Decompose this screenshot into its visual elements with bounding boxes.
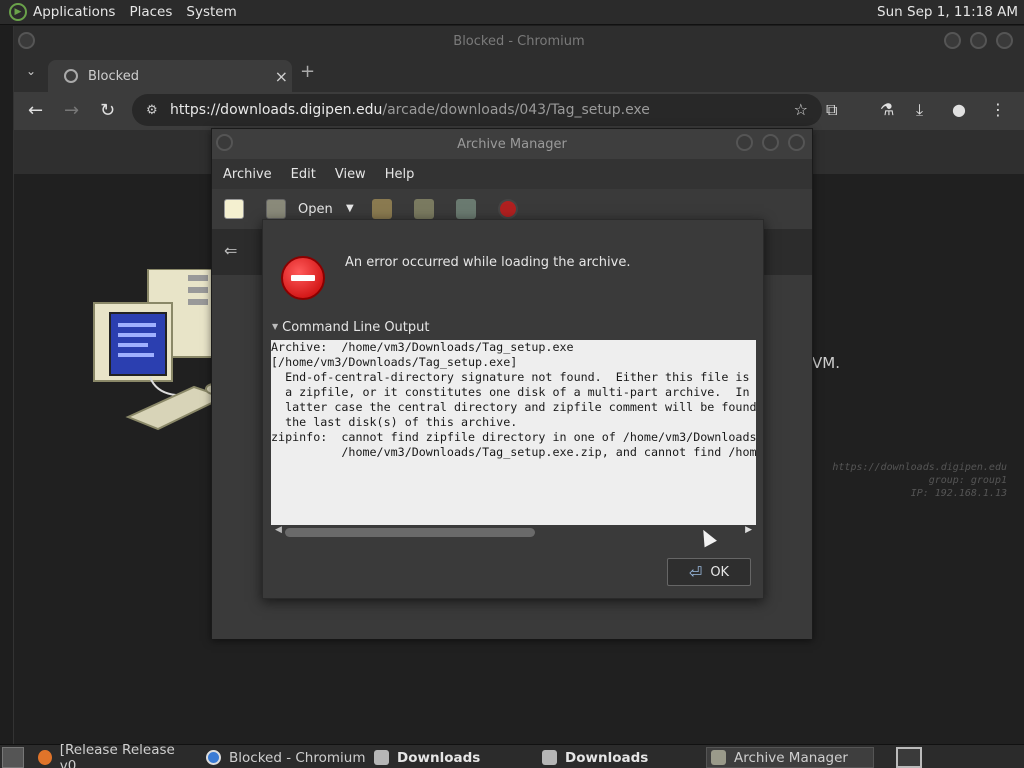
scroll-right-arrow-icon[interactable]: ▶ [745,525,752,535]
scroll-left-arrow-icon[interactable]: ◀ [275,525,282,535]
am-back-arrow-icon[interactable]: ⇐ [224,241,237,260]
open-button[interactable]: Open [298,202,333,217]
show-desktop-icon[interactable] [2,747,24,768]
chromium-icon [206,750,221,765]
am-menubar: Archive Edit View Help [212,159,812,189]
chromium-window-title: Blocked - Chromium [453,33,585,49]
ok-button[interactable]: ⏎ OK [667,558,751,586]
tab-search-chevron-icon[interactable]: ⌄ [26,64,36,78]
forward-arrow-icon[interactable]: → [64,100,79,121]
tab-close-icon[interactable]: × [275,67,288,86]
new-tab-icon[interactable]: + [300,61,315,82]
close-icon[interactable] [996,32,1013,49]
minimize-icon[interactable] [944,32,961,49]
menu-system[interactable]: System [186,4,236,20]
menu-help[interactable]: Help [385,167,415,182]
reload-icon[interactable]: ↻ [100,100,115,121]
taskbar-item-downloads-2[interactable]: Downloads [542,747,702,768]
expander-triangle-icon: ▼ [272,322,279,331]
error-stop-icon [281,256,325,300]
add-files-icon[interactable] [414,199,434,219]
menu-view[interactable]: View [335,167,366,182]
profile-avatar-icon[interactable]: ● [952,100,966,119]
am-window-menu-icon[interactable] [216,134,233,151]
am-close-icon[interactable] [788,134,805,151]
folder-icon [542,750,557,765]
taskbar-item-archive-manager[interactable]: Archive Manager [706,747,874,768]
return-arrow-icon: ⏎ [688,562,703,582]
folder-icon [374,750,389,765]
output-horizontal-scrollbar[interactable]: ◀ ▶ [271,525,756,539]
computer-illustration-icon [93,269,227,431]
menu-applications[interactable]: Applications [33,4,115,20]
error-dialog: An error occurred while loading the arch… [262,219,764,599]
site-info-icon[interactable]: ⚙ [146,103,160,118]
labs-flask-icon[interactable]: ⚗ [880,100,894,119]
command-output-text: Archive: /home/vm3/Downloads/Tag_setup.e… [271,340,756,459]
tab-title: Blocked [88,68,139,84]
browser-toolbar: ← → ↻ ⚙ https://downloads.digipen.edu/ar… [14,92,1024,130]
extensions-puzzle-icon[interactable]: ⧉ [826,100,837,120]
tab-blocked[interactable]: Blocked × [48,60,292,92]
taskbar-item-release[interactable]: [Release Release v0.... [38,742,200,768]
window-menu-icon[interactable] [18,32,35,49]
page-client-info: https://downloads.digipen.edu group: gro… [832,462,1007,499]
taskbar-item-downloads-1[interactable]: Downloads [374,747,534,768]
archive-manager-titlebar: Archive Manager [212,129,812,159]
panel-clock[interactable]: Sun Sep 1, 11:18 AM [877,4,1018,20]
address-bar[interactable]: ⚙ https://downloads.digipen.edu/arcade/d… [132,94,822,126]
scrollbar-thumb[interactable] [285,528,535,537]
command-output-textview[interactable]: Archive: /home/vm3/Downloads/Tag_setup.e… [271,340,756,525]
archive-manager-icon [711,750,726,765]
add-folder-icon[interactable] [456,199,476,219]
command-line-output-expander[interactable]: ▼ Command Line Output [272,320,430,335]
stop-icon[interactable] [498,199,518,219]
back-arrow-icon[interactable]: ← [28,100,43,121]
page-partial-text: VM. [812,354,840,372]
menu-edit[interactable]: Edit [291,167,316,182]
download-icon[interactable]: ⤓ [916,100,923,120]
workspace-switcher-icon[interactable] [896,747,922,768]
new-archive-icon[interactable] [224,199,244,219]
distro-logo-icon[interactable]: ▶ [9,3,27,21]
am-maximize-icon[interactable] [762,134,779,151]
menu-archive[interactable]: Archive [223,167,272,182]
kebab-menu-icon[interactable]: ⋮ [990,100,1006,119]
bottom-taskbar: [Release Release v0.... Blocked - Chromi… [0,742,1024,768]
extract-icon[interactable] [372,199,392,219]
maximize-icon[interactable] [970,32,987,49]
chromium-titlebar: Blocked - Chromium [14,26,1024,56]
error-message: An error occurred while loading the arch… [345,255,631,270]
bookmark-star-icon[interactable]: ☆ [794,100,808,119]
archive-manager-title: Archive Manager [457,136,567,152]
firefox-icon [38,750,52,765]
top-panel: ▶ Applications Places System Sun Sep 1, … [0,0,1024,25]
tab-strip: ⌄ Blocked × + [14,56,1024,92]
am-minimize-icon[interactable] [736,134,753,151]
open-folder-icon[interactable] [266,199,286,219]
globe-icon [64,69,78,83]
open-dropdown-chevron-icon[interactable]: ▼ [346,203,354,214]
url-text[interactable]: https://downloads.digipen.edu/arcade/dow… [170,102,650,118]
taskbar-item-chromium[interactable]: Blocked - Chromium [206,747,366,768]
menu-places[interactable]: Places [129,4,172,20]
